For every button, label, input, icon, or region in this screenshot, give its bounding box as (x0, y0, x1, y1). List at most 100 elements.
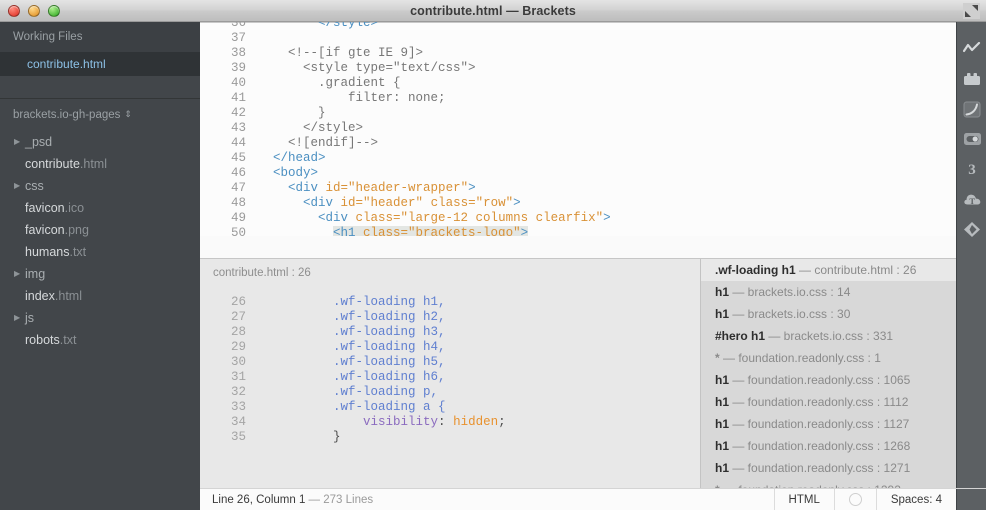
working-files-header: Working Files (0, 22, 200, 52)
code-editor-top[interactable]: 36 </style> 37 38 <!--[if gte IE 9]> 39 <st… (200, 22, 956, 236)
line-number: 40 (230, 76, 246, 90)
tree-item-file[interactable]: robots.txt (0, 329, 200, 351)
maximize-window-button[interactable] (48, 5, 60, 17)
three-icon[interactable]: 3 (957, 154, 986, 184)
code-text: .wf-loading h2, (258, 310, 446, 324)
code-token: ; (498, 415, 506, 429)
related-rule-item[interactable]: .wf-loading h1 — contribute.html : 26 (701, 259, 956, 281)
code-text: .wf-loading h6, (258, 370, 446, 384)
rule-selector-label: h1 (715, 395, 730, 409)
tree-item-folder[interactable]: ▶ img (0, 263, 200, 285)
line-number: 38 (230, 46, 246, 60)
code-token: .wf-loading h6, (333, 370, 446, 384)
code-token: > (520, 226, 529, 236)
code-token: <div (288, 181, 326, 195)
tree-item-label: contribute (25, 157, 80, 171)
minimize-window-button[interactable] (28, 5, 40, 17)
status-bar-corner (956, 488, 986, 510)
tree-item-label: css (25, 179, 44, 193)
language-selector[interactable]: HTML (773, 488, 834, 510)
tree-item-folder[interactable]: ▶ js (0, 307, 200, 329)
line-number: 35 (230, 430, 246, 444)
chevron-right-icon[interactable]: ▶ (14, 307, 24, 329)
code-line: 33 .wf-loading a { (200, 400, 708, 415)
svg-text:3: 3 (968, 162, 976, 177)
related-rule-item[interactable]: h1 — foundation.readonly.css : 1271 (701, 457, 956, 479)
code-text: } (258, 106, 326, 120)
chevron-right-icon[interactable]: ▶ (14, 175, 24, 197)
tree-item-folder[interactable]: ▶ _psd (0, 131, 200, 153)
code-token: <style type="text/css"> (303, 61, 476, 75)
code-token: "header-wrapper" (348, 181, 469, 195)
code-line: 28 .wf-loading h3, (200, 325, 708, 340)
chevron-right-icon[interactable]: ▶ (14, 263, 24, 285)
code-text: .wf-loading h4, (258, 340, 446, 354)
code-token: .gradient { (318, 76, 401, 90)
line-number: 41 (230, 91, 246, 105)
working-file-item[interactable]: contribute.html (0, 52, 200, 76)
code-token: .wf-loading h5, (333, 355, 446, 369)
close-window-button[interactable] (8, 5, 20, 17)
related-rule-item[interactable]: * — foundation.readonly.css : 1 (701, 347, 956, 369)
tree-item-label: index (25, 289, 55, 303)
tree-item-file[interactable]: humans.txt (0, 241, 200, 263)
toggle-switch-icon[interactable] (957, 124, 986, 154)
code-line: 36 </style> (200, 22, 956, 31)
code-token: <div (318, 211, 356, 225)
rule-selector-label: .wf-loading h1 (715, 263, 796, 277)
status-circle-icon[interactable] (848, 493, 862, 506)
code-text: <div id="header-wrapper"> (258, 181, 476, 195)
line-number: 27 (230, 310, 246, 324)
indent-selector[interactable]: Spaces: 4 (875, 488, 956, 510)
code-token: <body> (273, 166, 319, 180)
tree-item-file[interactable]: favicon.png (0, 219, 200, 241)
related-rule-item[interactable]: h1 — foundation.readonly.css : 1268 (701, 435, 956, 457)
code-token: </head> (273, 151, 326, 165)
inline-editor-code[interactable]: 26 .wf-loading h1, 27 .wf-loading h2, 28 .… (200, 295, 708, 445)
status-indicator-cell[interactable] (833, 488, 876, 510)
tree-item-folder[interactable]: ▶ css (0, 175, 200, 197)
line-number: 46 (230, 166, 246, 180)
project-switch-icon[interactable]: ⇕ (124, 99, 132, 129)
related-rule-item[interactable]: h1 — brackets.io.css : 30 (701, 303, 956, 325)
live-preview-icon[interactable] (957, 34, 986, 64)
cloud-t-icon[interactable]: T (957, 184, 986, 214)
window-title: contribute.html — Brackets (410, 3, 576, 18)
fullscreen-icon[interactable] (963, 3, 980, 19)
curve-icon[interactable] (957, 94, 986, 124)
tree-item-file[interactable]: favicon.ico (0, 197, 200, 219)
tree-item-ext: .html (79, 157, 107, 171)
code-text: <!--[if gte IE 9]> (258, 46, 423, 60)
code-line: 31 .wf-loading h6, (200, 370, 708, 385)
tree-item-file[interactable]: index.html (0, 285, 200, 307)
code-line: 30 .wf-loading h5, (200, 355, 708, 370)
code-text: .wf-loading h3, (258, 325, 446, 339)
related-rule-item[interactable]: #hero h1 — brackets.io.css : 331 (701, 325, 956, 347)
related-rule-item[interactable]: h1 — foundation.readonly.css : 1112 (701, 391, 956, 413)
project-header[interactable]: brackets.io-gh-pages ⇕ (0, 99, 200, 129)
related-rule-item[interactable]: h1 — brackets.io.css : 14 (701, 281, 956, 303)
code-line: 40 .gradient { (200, 76, 956, 91)
toolbox-icon[interactable] (957, 64, 986, 94)
diamond-icon[interactable] (957, 214, 986, 244)
related-rule-item[interactable]: h1 — foundation.readonly.css : 1127 (701, 413, 956, 435)
tree-item-file[interactable]: contribute.html (0, 153, 200, 175)
rule-selector-label: h1 (715, 439, 730, 453)
rule-location-label: — foundation.readonly.css : 1112 (729, 395, 909, 409)
rule-location-label: — brackets.io.css : 331 (765, 329, 894, 343)
related-rule-item[interactable]: h1 — foundation.readonly.css : 1065 (701, 369, 956, 391)
tree-item-ext: .html (54, 289, 82, 303)
chevron-right-icon[interactable]: ▶ (14, 131, 24, 153)
code-line: 34 visibility: hidden; (200, 415, 708, 430)
